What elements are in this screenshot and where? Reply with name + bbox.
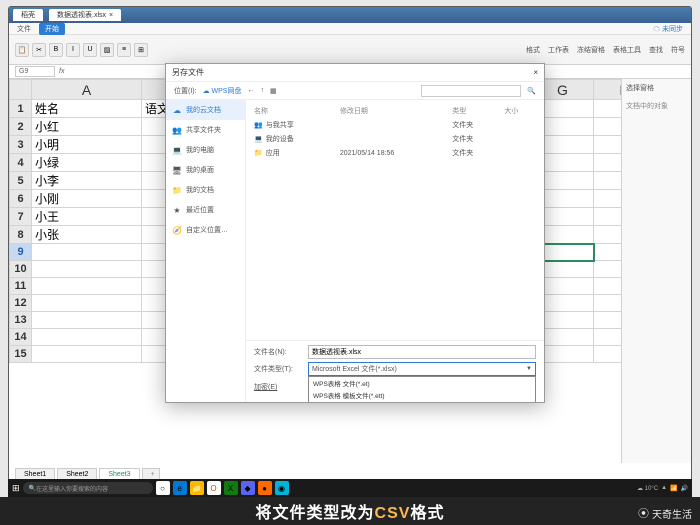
edge-icon[interactable]: e	[173, 481, 187, 495]
filetype-option[interactable]: WPS表格 文件(*.et)	[309, 377, 535, 389]
align-left-icon[interactable]: ≡	[117, 43, 131, 57]
window-titlebar: 稻壳 数据透视表.xlsx×	[9, 7, 691, 23]
app-tab-home[interactable]: 稻壳	[13, 9, 43, 21]
volume-icon[interactable]: 🔊	[681, 485, 688, 492]
folder-icon: 📁	[172, 185, 182, 195]
star-icon: ★	[172, 205, 182, 215]
sidebar-custom[interactable]: 🧭自定义位置…	[166, 220, 245, 240]
col-size[interactable]: 大小	[500, 104, 540, 118]
dialog-close-icon[interactable]: ×	[533, 68, 538, 77]
app-icon[interactable]: ◆	[241, 481, 255, 495]
taskbar-search[interactable]: 🔍 在这里输入你要搜索的内容	[23, 482, 153, 494]
filetype-dropdown[interactable]: Microsoft Excel 文件(*.xlsx) ▼	[308, 362, 536, 376]
row-header[interactable]: 1	[10, 100, 32, 118]
filename-label: 文件名(N):	[254, 347, 304, 357]
windows-taskbar: ⊞ 🔍 在这里输入你要搜索的内容 ○ e 📁 O X ◆ ● ◉ ☁ 10°C …	[8, 479, 692, 497]
filetype-label: 文件类型(T):	[254, 364, 304, 374]
office-icon[interactable]: O	[207, 481, 221, 495]
sidebar-mypc[interactable]: 💻我的电脑	[166, 140, 245, 160]
col-name[interactable]: 名称	[250, 104, 336, 118]
app-icon[interactable]: ●	[258, 481, 272, 495]
chevron-down-icon: ▼	[526, 366, 532, 372]
close-tab-icon[interactable]: ×	[109, 12, 113, 19]
fill-icon[interactable]: ▨	[100, 43, 114, 57]
filetype-option[interactable]: Microsoft Excel 文件(*.xlsx)	[309, 401, 535, 402]
cell-a1[interactable]: 姓名	[32, 100, 142, 118]
ribbon-find[interactable]: 查找	[649, 45, 663, 55]
dialog-search-input[interactable]	[421, 85, 521, 97]
paste-icon[interactable]: 📋	[15, 43, 29, 57]
filetype-option[interactable]: WPS表格 模板文件(*.ett)	[309, 389, 535, 401]
sidebar-cloud[interactable]: ☁我的云文档	[166, 100, 245, 120]
watermark: ⦿天奇生活	[638, 505, 692, 521]
excel-icon[interactable]: X	[224, 481, 238, 495]
filetype-options-list[interactable]: WPS表格 文件(*.et)WPS表格 模板文件(*.ett)Microsoft…	[308, 376, 536, 402]
col-date[interactable]: 修改日期	[336, 104, 448, 118]
task-icon[interactable]: ○	[156, 481, 170, 495]
weather-tray[interactable]: ☁ 10°C	[637, 485, 658, 492]
tray-icon[interactable]: ▲	[661, 485, 667, 491]
file-list[interactable]: 名称 修改日期 类型 大小 👥与我共享文件夹 💻我的设备文件夹 📁应用2021/…	[246, 100, 544, 340]
dialog-title: 另存文件	[172, 67, 204, 78]
ribbon-symbol[interactable]: 符号	[671, 45, 685, 55]
name-box[interactable]: G9	[15, 66, 55, 77]
right-panel: 选择窗格 文档中的对象	[621, 79, 691, 463]
ribbon-format[interactable]: 格式	[526, 45, 540, 55]
cloud-icon: ☁	[172, 105, 182, 115]
share-icon: 👥	[172, 125, 182, 135]
bold-icon[interactable]: B	[49, 43, 63, 57]
start-button[interactable]: ⊞	[12, 483, 20, 494]
location-label: 位置(I):	[174, 86, 197, 96]
app-icon[interactable]: ◉	[275, 481, 289, 495]
pc-icon: 💻	[172, 145, 182, 155]
sidebar-docs[interactable]: 📁我的文档	[166, 180, 245, 200]
dialog-sidebar: ☁我的云文档 👥共享文件夹 💻我的电脑 🖥我的桌面 📁我的文档 ★最近位置 🧭自…	[166, 100, 246, 402]
view-icon[interactable]: ▦	[270, 87, 277, 95]
save-as-dialog: 另存文件 × 位置(I): ☁ WPS网盘 ← ↑ ▦ 🔍 ☁我的云文档 👥共享…	[165, 63, 545, 403]
video-caption: 将文件类型改为CSV格式 ⦿天奇生活	[0, 497, 700, 525]
nav-back-icon[interactable]: ←	[247, 87, 254, 94]
menu-file[interactable]: 文件	[17, 24, 31, 34]
location-value[interactable]: ☁ WPS网盘	[203, 86, 242, 96]
folder-icon: 💻	[254, 136, 263, 143]
ribbon-toolbar: 📋 ✂ B I U ▨ ≡ ⊞ 格式 工作表 冻结窗格 表格工具 查找 符号	[9, 35, 691, 65]
sidebar-recent[interactable]: ★最近位置	[166, 200, 245, 220]
merge-icon[interactable]: ⊞	[134, 43, 148, 57]
col-header-a[interactable]: A	[32, 80, 142, 100]
underline-icon[interactable]: U	[83, 43, 97, 57]
menu-bar: 文件 开始 ☁ 未同步	[9, 23, 691, 35]
sidebar-desktop[interactable]: 🖥我的桌面	[166, 160, 245, 180]
wifi-icon[interactable]: 📶	[670, 485, 677, 492]
watermark-icon: ⦿	[638, 505, 649, 521]
cut-icon[interactable]: ✂	[32, 43, 46, 57]
folder-icon: 📁	[254, 150, 263, 157]
italic-icon[interactable]: I	[66, 43, 80, 57]
file-row[interactable]: 💻我的设备文件夹	[250, 132, 540, 146]
fx-icon[interactable]: fx	[59, 68, 64, 75]
ribbon-worksheet[interactable]: 工作表	[548, 45, 569, 55]
file-row[interactable]: 📁应用2021/05/14 18:56文件夹	[250, 146, 540, 160]
nav-up-icon[interactable]: ↑	[260, 87, 264, 94]
encrypt-link[interactable]: 加密(E)	[254, 382, 304, 392]
sidebar-share[interactable]: 👥共享文件夹	[166, 120, 245, 140]
compass-icon: 🧭	[172, 225, 182, 235]
explorer-icon[interactable]: 📁	[190, 481, 204, 495]
sync-status[interactable]: ☁ 未同步	[653, 24, 683, 34]
ribbon-freeze[interactable]: 冻结窗格	[577, 45, 605, 55]
menu-home[interactable]: 开始	[39, 23, 65, 35]
rpanel-title: 选择窗格	[626, 83, 687, 93]
rpanel-sub: 文档中的对象	[626, 101, 687, 111]
filename-input[interactable]	[308, 345, 536, 359]
select-all-corner[interactable]	[10, 80, 32, 100]
filetype-selected: Microsoft Excel 文件(*.xlsx)	[312, 364, 397, 374]
search-icon[interactable]: 🔍	[527, 87, 536, 95]
file-row[interactable]: 👥与我共享文件夹	[250, 118, 540, 132]
document-tab[interactable]: 数据透视表.xlsx×	[49, 9, 121, 21]
col-type[interactable]: 类型	[448, 104, 500, 118]
folder-icon: 👥	[254, 122, 263, 129]
ribbon-table-tools[interactable]: 表格工具	[613, 45, 641, 55]
desktop-icon: 🖥	[172, 165, 182, 175]
